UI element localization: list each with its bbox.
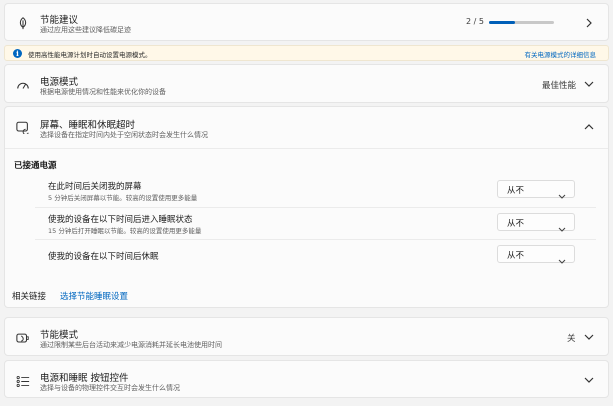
energy-saver-card[interactable]: 节能模式 通过限制某些后台活动来减少电源消耗并延长电池使用时间 关 (4, 317, 609, 356)
hibernate-after-title: 使我的设备在以下时间后休眠 (48, 252, 159, 262)
chevron-down-icon (558, 185, 566, 204)
sleep-after-subtitle: 15 分钟后打开睡眠以节能。较高的设置使用更多能量 (48, 227, 202, 235)
info-banner-text: 使用高性能电源计划时自动设置电源模式。 (28, 51, 152, 59)
sleep-after-title: 使我的设备在以下时间后进入睡眠状态 (48, 215, 193, 225)
energy-saver-title: 节能模式 (40, 330, 79, 341)
energy-recommendations-subtitle: 通过应用这些建议降低碳足迹 (40, 26, 131, 34)
row-divider (35, 239, 596, 240)
section-divider (5, 148, 608, 149)
chevron-down-icon[interactable] (584, 375, 594, 385)
power-mode-value[interactable]: 最佳性能 (542, 79, 576, 91)
recommendations-progress-text: 2 / 5 (466, 17, 484, 26)
gauge-icon (15, 77, 31, 93)
power-mode-details-link[interactable]: 有关电源模式的详细信息 (525, 49, 597, 59)
screen-off-dropdown[interactable]: 从不 (497, 180, 575, 199)
chevron-down-icon[interactable] (584, 332, 594, 342)
energy-recommendations-card[interactable]: 节能建议 通过应用这些建议降低碳足迹 2 / 5 (4, 3, 609, 41)
hibernate-after-value: 从不 (507, 251, 525, 261)
related-links-label: 相关链接 (12, 292, 47, 302)
screen-sleep-header[interactable]: 屏幕、睡眠和休眠超时 选择设备在指定时间内处于空闲状态时会发生什么情况 (5, 107, 608, 147)
power-mode-subtitle: 根据电源使用情况和性能来优化你的设备 (40, 88, 166, 96)
screen-sleep-subtitle: 选择设备在指定时间内处于空闲状态时会发生什么情况 (40, 131, 208, 139)
power-buttons-title: 电源和睡眠 按钮控件 (40, 373, 129, 384)
sleep-after-dropdown[interactable]: 从不 (497, 213, 575, 232)
energy-saver-value: 关 (567, 334, 576, 344)
row-divider (35, 207, 596, 208)
screen-off-subtitle: 5 分钟后关闭屏幕以节能。较高的设置使用更多能量 (48, 194, 198, 202)
screen-sleep-card: 屏幕、睡眠和休眠超时 选择设备在指定时间内处于空闲状态时会发生什么情况 已接通电… (4, 106, 609, 308)
info-icon: i (13, 49, 22, 58)
recommendations-progress-fill (489, 21, 515, 24)
energy-recommendations-title: 节能建议 (40, 15, 79, 26)
energy-saver-subtitle: 通过限制某些后台活动来减少电源消耗并延长电池使用时间 (40, 341, 222, 349)
energy-saver-icon (15, 330, 31, 346)
recommendations-progress-bar (489, 21, 554, 24)
leaf-icon (15, 15, 31, 31)
screen-off-title: 在此时间后关闭我的屏幕 (48, 182, 142, 192)
plugged-in-label: 已接通电源 (14, 161, 57, 171)
chevron-up-icon[interactable] (584, 122, 594, 132)
hibernate-after-dropdown[interactable]: 从不 (497, 245, 575, 264)
chevron-down-icon (558, 218, 566, 237)
chevron-down-icon (558, 250, 566, 269)
energy-saving-sleep-link[interactable]: 选择节能睡眠设置 (60, 290, 128, 302)
power-buttons-subtitle: 选择与设备的物理控件交互时会发生什么情况 (40, 384, 180, 392)
screen-sleep-icon (15, 119, 31, 135)
sleep-after-value: 从不 (507, 219, 525, 229)
chevron-down-icon[interactable] (584, 79, 594, 89)
screen-sleep-title: 屏幕、睡眠和休眠超时 (40, 120, 136, 131)
power-mode-title: 电源模式 (40, 77, 79, 88)
screen-off-value: 从不 (507, 186, 525, 196)
chevron-right-icon (584, 18, 594, 28)
power-buttons-card[interactable]: 电源和睡眠 按钮控件 选择与设备的物理控件交互时会发生什么情况 (4, 360, 609, 398)
info-banner: i 使用高性能电源计划时自动设置电源模式。 有关电源模式的详细信息 (4, 45, 609, 61)
power-mode-card[interactable]: 电源模式 根据电源使用情况和性能来优化你的设备 最佳性能 (4, 64, 609, 103)
buttons-list-icon (15, 373, 31, 389)
